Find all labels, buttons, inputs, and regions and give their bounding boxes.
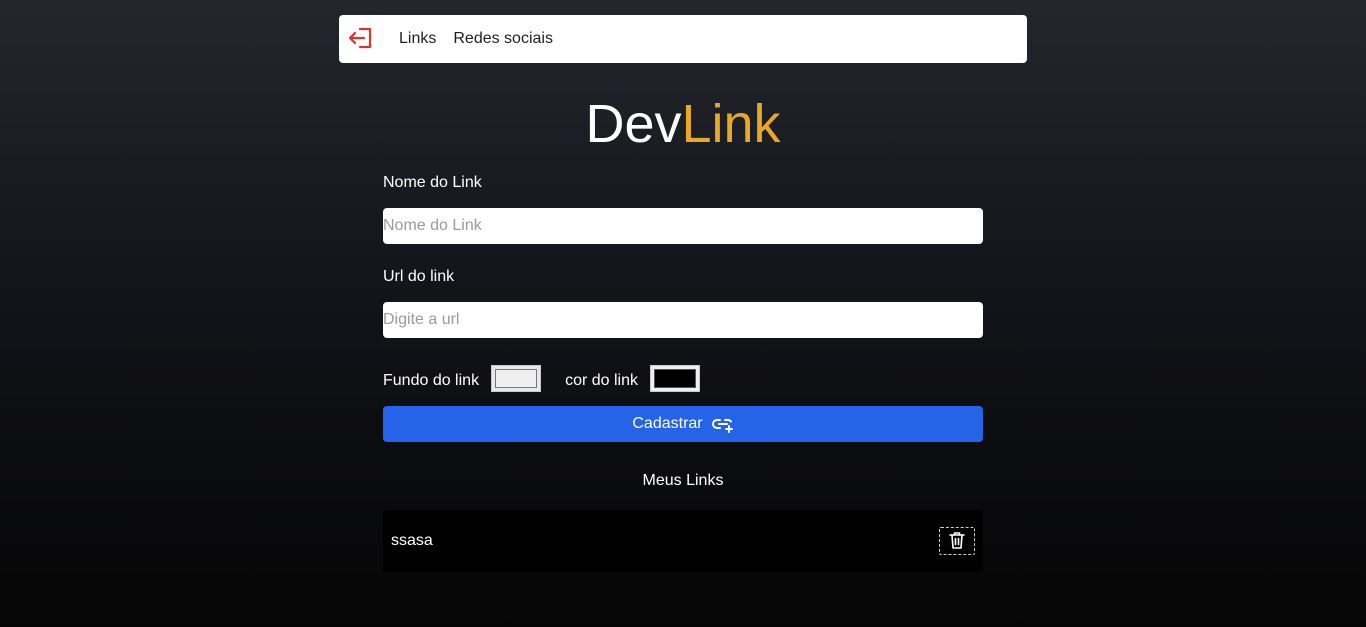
link-item-name: ssasa xyxy=(391,532,433,549)
page: Links Redes sociais DevLink Nome do Link… xyxy=(0,0,1366,627)
link-name-input[interactable] xyxy=(383,208,983,244)
logo-link: Link xyxy=(681,94,781,154)
submit-label: Cadastrar xyxy=(632,415,703,432)
text-color-label: cor do link xyxy=(565,371,638,389)
url-label: Url do link xyxy=(383,268,455,285)
link-form: Nome do Link Url do link xyxy=(383,172,983,338)
top-nav: Links Redes sociais xyxy=(339,15,1027,63)
text-color-picker[interactable] xyxy=(649,364,700,392)
name-label: Nome do Link xyxy=(383,174,482,191)
link-add-icon xyxy=(711,415,734,433)
delete-link-button[interactable] xyxy=(939,527,975,555)
nav-links[interactable]: Links xyxy=(399,30,436,48)
my-links-title: Meus Links xyxy=(642,472,724,489)
app-logo: DevLink xyxy=(0,93,1366,155)
nav-social-networks[interactable]: Redes sociais xyxy=(453,30,553,48)
logo-dev: Dev xyxy=(585,94,682,154)
submit-button[interactable]: Cadastrar xyxy=(383,406,983,442)
bg-color-label: Fundo do link xyxy=(383,371,480,389)
logout-button[interactable] xyxy=(348,26,375,53)
link-item[interactable]: ssasa xyxy=(383,510,983,572)
logout-icon xyxy=(348,26,375,53)
link-url-input[interactable] xyxy=(383,302,983,338)
bg-color-picker[interactable] xyxy=(491,364,542,392)
color-options: Fundo do link cor do link xyxy=(383,364,724,392)
trash-icon xyxy=(949,531,965,552)
